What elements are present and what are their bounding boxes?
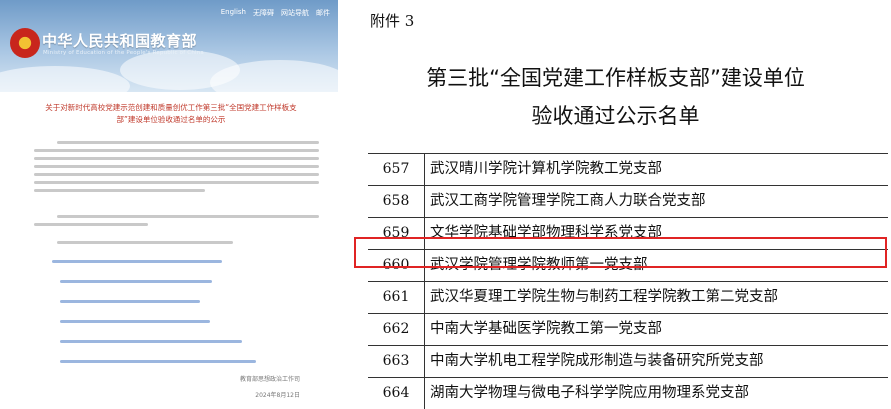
document-title-line2: 验收通过公示名单	[531, 104, 700, 128]
attachment-label: 附件 3	[370, 12, 415, 30]
document-title-line1: 第三批“全国党建工作样板支部”建设单位	[426, 66, 805, 90]
text-line	[34, 181, 319, 184]
link-text-line	[52, 260, 222, 263]
text-line	[34, 157, 319, 160]
row-number: 658	[368, 186, 425, 217]
attachment-link-1[interactable]	[52, 258, 222, 265]
attachment-link-6[interactable]	[60, 358, 256, 365]
site-subtitle: Ministry of Education of the People's Re…	[43, 50, 204, 56]
top-link-english[interactable]: English	[221, 8, 246, 18]
top-link-accessibility[interactable]: 无障碍	[253, 8, 274, 18]
notice-paragraph	[34, 210, 319, 230]
table-row: 661 武汉华夏理工学院生物与制药工程学院教工第二党支部	[368, 281, 888, 313]
row-number: 664	[368, 378, 425, 409]
attachment-link-2[interactable]	[60, 278, 212, 285]
table-row: 657 武汉晴川学院计算机学院教工党支部	[368, 153, 888, 185]
table-row: 658 武汉工商学院管理学院工商人力联合党支部	[368, 185, 888, 217]
top-link-sitemap[interactable]: 网站导航	[281, 8, 309, 18]
site-title[interactable]: 中华人民共和国教育部	[42, 30, 197, 51]
notice-paragraph	[34, 136, 319, 196]
unit-name: 武汉工商学院管理学院工商人力联合党支部	[430, 193, 706, 209]
top-link-mail[interactable]: 邮件	[316, 8, 330, 18]
attachment-link-4[interactable]	[60, 318, 210, 325]
text-line	[34, 173, 319, 176]
text-line	[34, 223, 148, 226]
text-line	[56, 215, 319, 218]
banner-cloud	[0, 66, 130, 92]
unit-name: 中南大学基础医学院教工第一党支部	[430, 321, 662, 337]
row-number: 657	[368, 154, 425, 185]
link-text-line	[60, 280, 212, 283]
table-row: 663 中南大学机电工程学院成形制造与装备研究所党支部	[368, 345, 888, 377]
text-line	[34, 149, 319, 152]
row-number: 663	[368, 346, 425, 377]
table-row: 662 中南大学基础医学院教工第一党支部	[368, 313, 888, 345]
unit-name: 湖南大学物理与微电子科学学院应用物理系党支部	[430, 385, 749, 401]
attachment-document: 附件 3 第三批“全国党建工作样板支部”建设单位 验收通过公示名单 657 武汉…	[340, 0, 891, 409]
attachment-link-3[interactable]	[60, 298, 200, 305]
contact-line	[34, 236, 319, 248]
row-number: 661	[368, 282, 425, 313]
unit-list-table: 657 武汉晴川学院计算机学院教工党支部 658 武汉工商学院管理学院工商人力联…	[368, 153, 888, 409]
signature-org: 教育部思想政治工作司	[239, 376, 300, 383]
text-line	[56, 241, 234, 244]
unit-name: 武汉晴川学院计算机学院教工党支部	[430, 161, 662, 177]
table-row: 664 湖南大学物理与微电子科学学院应用物理系党支部	[368, 377, 888, 409]
highlight-box	[354, 237, 887, 268]
top-links: English 无障碍 网站导航 邮件	[221, 8, 330, 18]
site-banner: 中华人民共和国教育部 Ministry of Education of the …	[0, 0, 338, 92]
notice-title: 关于对新时代高校党建示范创建和质量创优工作第三批“全国党建工作样板支部”建设单位…	[45, 103, 297, 124]
text-line	[56, 141, 319, 144]
unit-name: 武汉华夏理工学院生物与制药工程学院教工第二党支部	[430, 289, 778, 305]
ministry-webpage: 中华人民共和国教育部 Ministry of Education of the …	[0, 0, 338, 409]
signature-date: 2024年8月12日	[255, 392, 300, 399]
row-number: 662	[368, 314, 425, 345]
unit-name: 中南大学机电工程学院成形制造与装备研究所党支部	[430, 353, 764, 369]
national-emblem-icon	[10, 28, 40, 58]
text-line	[34, 189, 205, 192]
link-text-line	[60, 300, 200, 303]
link-text-line	[60, 360, 256, 363]
link-text-line	[60, 320, 210, 323]
link-text-line	[60, 340, 242, 343]
text-line	[34, 165, 319, 168]
article-body: 关于对新时代高校党建示范创建和质量创优工作第三批“全国党建工作样板支部”建设单位…	[14, 92, 324, 409]
attachment-link-5[interactable]	[60, 338, 242, 345]
